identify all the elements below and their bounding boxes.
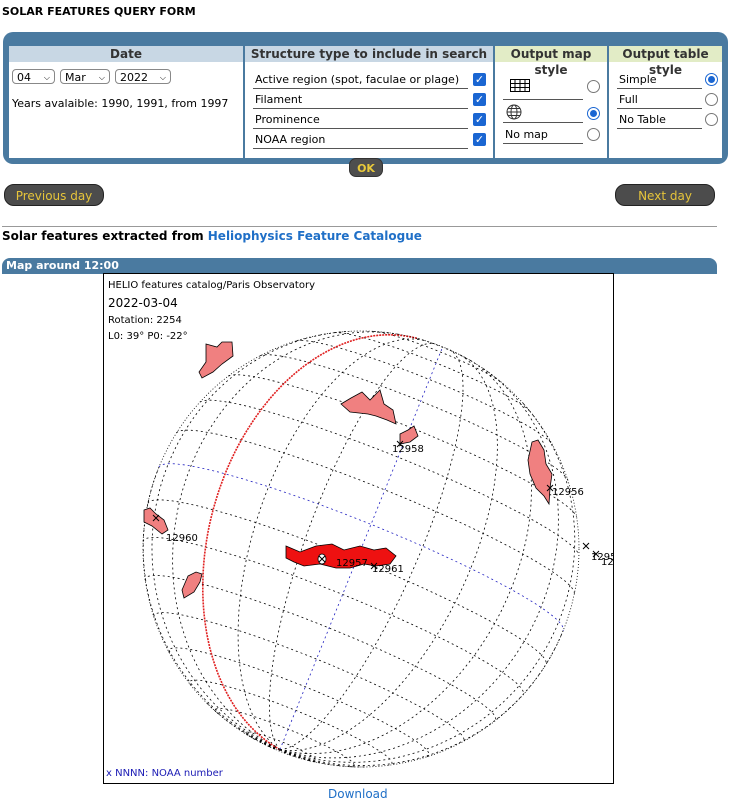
- solar-disk-svg: 12958 12956 12960 12957 12961 1295 12 HE…: [106, 280, 614, 779]
- structure-label-noaa: NOAA region: [255, 133, 326, 146]
- grid-line: [259, 354, 569, 481]
- chevron-down-icon: ⌵: [159, 73, 166, 82]
- column-divider: [493, 46, 495, 158]
- grid-line: [153, 612, 465, 742]
- divider: [617, 128, 702, 129]
- table-style-full-label: Full: [619, 93, 638, 106]
- results-prefix: Solar features extracted from: [2, 229, 208, 243]
- table-style-none-label: No Table: [619, 113, 666, 126]
- noaa-label: 12956: [552, 487, 584, 498]
- results-heading: Solar features extracted from Heliophysi…: [2, 229, 422, 243]
- column-divider: [243, 46, 245, 158]
- grid-line: [144, 574, 497, 722]
- map-style-grid-radio[interactable]: [587, 80, 600, 93]
- noaa-label: 12960: [166, 533, 198, 544]
- filament-shape: [527, 439, 553, 506]
- map-style-none-radio[interactable]: [587, 128, 600, 141]
- grid-line: [417, 338, 467, 359]
- column-divider: [607, 46, 609, 158]
- map-legend: x NNNN: NOAA number: [106, 768, 224, 779]
- grid-line: [373, 331, 504, 385]
- divider: [503, 99, 583, 100]
- grid-line: [199, 399, 580, 556]
- next-day-button[interactable]: Next day: [615, 184, 715, 206]
- structure-header: Structure type to include in search: [245, 46, 493, 62]
- divider: [253, 128, 468, 129]
- grid-line: [279, 749, 286, 754]
- year-value: 2022: [120, 71, 148, 84]
- download-link[interactable]: Download: [328, 787, 388, 801]
- map-angles: L0: 39° P0: -22°: [108, 331, 188, 342]
- divider: [253, 88, 468, 89]
- date-header: Date: [9, 46, 243, 62]
- solar-map: 12958 12956 12960 12957 12961 1295 12 HE…: [103, 273, 614, 784]
- map-style-header: Output map style: [495, 46, 607, 77]
- grid-line: [202, 334, 418, 751]
- map-section-title: Map around 12:00: [2, 258, 717, 274]
- previous-day-button[interactable]: Previous day: [4, 184, 104, 206]
- structure-label-prominence: Prominence: [255, 113, 320, 126]
- divider: [2, 226, 717, 227]
- map-rotation: Rotation: 2254: [108, 315, 182, 326]
- grid-icon: [510, 79, 530, 92]
- filament-shape: [143, 507, 169, 535]
- chevron-down-icon: ⌵: [98, 73, 105, 82]
- day-select[interactable]: 04 ⌵: [12, 69, 55, 84]
- divider: [503, 143, 583, 144]
- month-select[interactable]: Mar ⌵: [60, 69, 110, 84]
- checkbox-filament[interactable]: ✓: [473, 93, 486, 106]
- map-catalog-label: HELIO features catalog/Paris Observatory: [108, 280, 315, 291]
- grid-line: [265, 744, 280, 750]
- map-style-globe-radio[interactable]: [587, 107, 600, 120]
- checkbox-active-region[interactable]: ✓: [473, 73, 486, 86]
- grid-line: [215, 707, 355, 768]
- ok-button[interactable]: OK: [349, 158, 383, 177]
- form-title: SOLAR FEATURES QUERY FORM: [2, 5, 196, 18]
- divider: [617, 88, 702, 89]
- years-note: Years avalaible: 1990, 1991, from 1997: [12, 97, 229, 110]
- globe-icon: [506, 104, 522, 120]
- grid-line: [279, 749, 366, 768]
- checkbox-prominence[interactable]: ✓: [473, 113, 486, 126]
- checkbox-noaa[interactable]: ✓: [473, 133, 486, 146]
- table-style-none-radio[interactable]: [705, 113, 718, 126]
- filament-shape: [340, 389, 397, 425]
- table-style-simple-label: Simple: [619, 73, 657, 86]
- noaa-label: 12957: [336, 558, 368, 569]
- chevron-down-icon: ⌵: [43, 73, 50, 82]
- structure-label-active-region: Active region (spot, faculae or plage): [255, 73, 460, 86]
- table-style-header: Output table style: [609, 46, 722, 77]
- map-date: 2022-03-04: [108, 296, 178, 310]
- hfc-link[interactable]: Heliophysics Feature Catalogue: [208, 229, 422, 243]
- no-map-label: No map: [505, 128, 548, 141]
- year-select[interactable]: 2022 ⌵: [115, 69, 171, 84]
- filament-shape: [181, 571, 203, 599]
- divider: [617, 108, 702, 109]
- day-value: 04: [17, 71, 31, 84]
- table-style-simple-radio[interactable]: [705, 73, 718, 86]
- noaa-marker: [582, 542, 590, 550]
- noaa-label: 12961: [372, 564, 404, 575]
- filament-shape: [198, 341, 234, 379]
- divider: [503, 122, 583, 123]
- noaa-label: 12: [601, 557, 614, 568]
- table-style-full-radio[interactable]: [705, 93, 718, 106]
- structure-label-filament: Filament: [255, 93, 303, 106]
- divider: [253, 148, 468, 149]
- divider: [253, 108, 468, 109]
- month-value: Mar: [65, 71, 86, 84]
- noaa-label: 12958: [392, 444, 424, 455]
